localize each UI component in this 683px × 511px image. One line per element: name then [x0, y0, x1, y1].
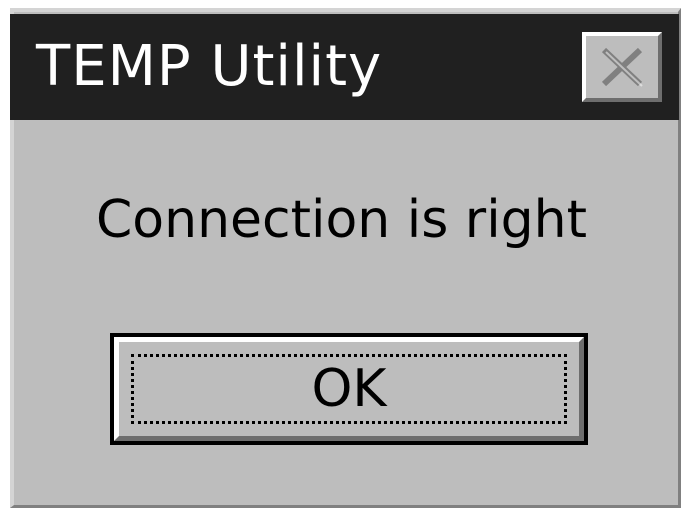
ok-button-label: OK — [311, 359, 387, 419]
window-title: TEMP Utility — [36, 34, 383, 99]
close-icon — [601, 47, 643, 87]
title-bar: TEMP Utility — [10, 14, 679, 120]
ok-button-face[interactable]: OK — [114, 337, 584, 441]
dialog-message: Connection is right — [95, 190, 587, 250]
close-button[interactable] — [582, 32, 662, 102]
ok-button[interactable]: OK — [110, 333, 588, 445]
